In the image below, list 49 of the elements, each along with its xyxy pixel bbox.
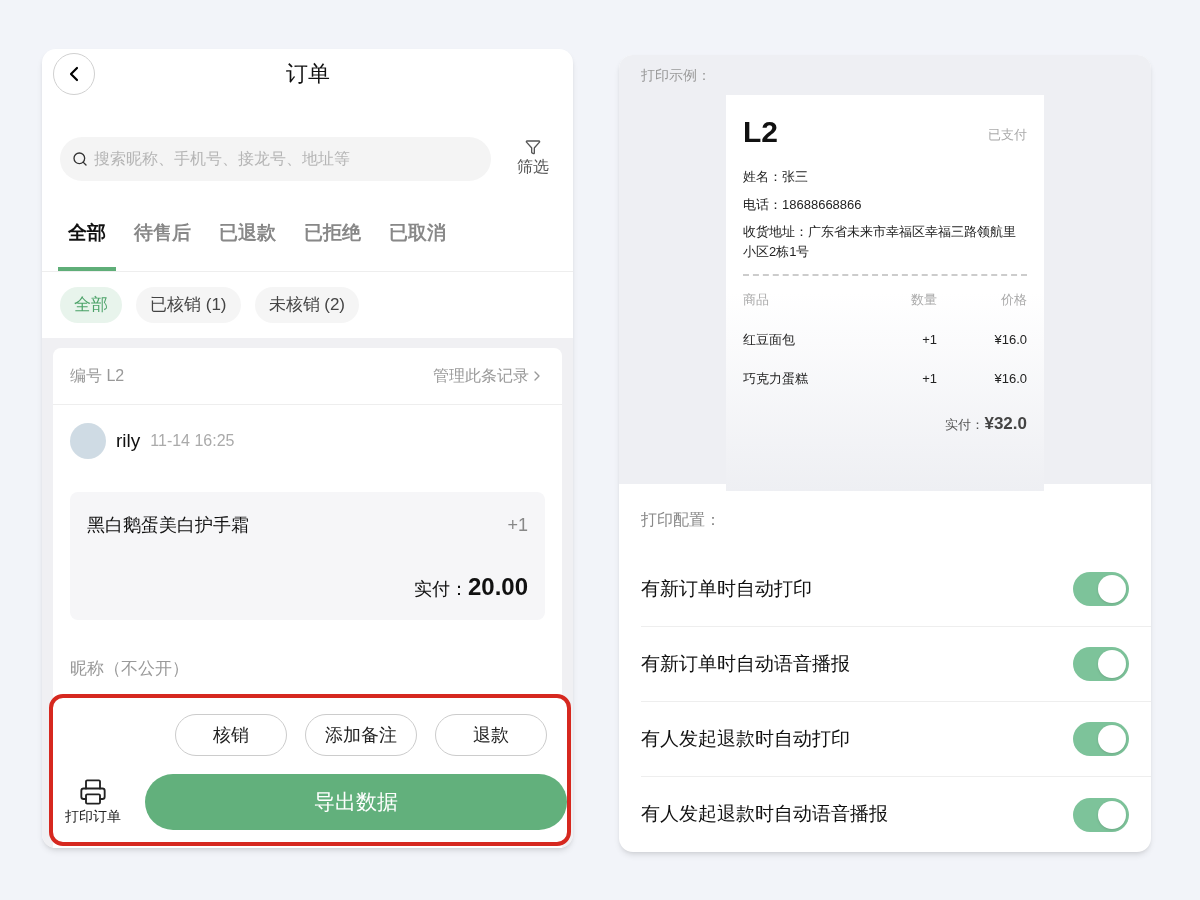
- search-field[interactable]: 搜索昵称、手机号、接龙号、地址等: [60, 136, 491, 181]
- filter-button[interactable]: 筛选: [517, 138, 549, 179]
- column-header: 价格: [1000, 291, 1027, 309]
- filter-chip[interactable]: 未核销 (2): [254, 287, 359, 323]
- total-label: 实付：: [945, 415, 985, 434]
- column-header: 商品: [743, 291, 770, 309]
- product-quantity: +1: [507, 514, 528, 537]
- order-number: 编号 L2: [70, 366, 125, 386]
- item-quantity: +1: [921, 330, 937, 349]
- sample-label: 打印示例：: [641, 66, 711, 85]
- total-amount: ¥32.0: [984, 412, 1027, 435]
- status-tab[interactable]: 已拒绝: [294, 206, 371, 271]
- toggle-switch[interactable]: [1073, 572, 1129, 606]
- print-order-button[interactable]: 打印订单: [65, 777, 121, 827]
- status-tab[interactable]: 待售后: [124, 206, 201, 271]
- status-tab[interactable]: 已退款: [209, 206, 286, 271]
- toggle-switch[interactable]: [1073, 647, 1129, 681]
- user-name: rily: [116, 428, 141, 453]
- setting-label: 有新订单时自动语音播报: [641, 651, 850, 676]
- setting-label: 有人发起退款时自动语音播报: [641, 802, 888, 827]
- paid-label: 实付：: [413, 578, 468, 601]
- status-tab[interactable]: 全部: [58, 206, 116, 271]
- search-icon: [72, 150, 88, 167]
- item-price: ¥16.0: [993, 370, 1027, 388]
- item-price: ¥16.0: [993, 330, 1027, 349]
- payment-status: 已支付: [988, 126, 1027, 144]
- item-quantity: +1: [921, 370, 937, 388]
- item-name: 巧克力蛋糕: [743, 370, 809, 388]
- printer-icon: [79, 777, 107, 806]
- filter-chip[interactable]: 已核销 (1): [136, 287, 241, 323]
- column-header: 数量: [910, 291, 937, 309]
- paid-amount: 20.00: [467, 572, 528, 602]
- toggle-switch[interactable]: [1073, 797, 1129, 832]
- product-name: 黑白鹅蛋美白护手霜: [87, 514, 249, 537]
- filter-icon: [525, 138, 541, 155]
- page-title: 订单: [285, 60, 330, 89]
- receipt-number: L2: [743, 117, 778, 147]
- toggle-switch[interactable]: [1073, 722, 1129, 756]
- avatar: [70, 423, 106, 459]
- customer-address: 收货地址：广东省未来市幸福区幸福三路领航里小区2栋1号: [743, 223, 1017, 261]
- setting-label: 有人发起退款时自动打印: [641, 726, 850, 751]
- item-name: 红豆面包: [743, 330, 796, 349]
- status-tab[interactable]: 已取消: [379, 206, 456, 271]
- customer-phone: 电话：18688668866: [743, 195, 863, 214]
- setting-label: 有新订单时自动打印: [641, 576, 812, 601]
- customer-name: 姓名：张三: [743, 168, 809, 186]
- config-label: 打印配置：: [641, 510, 722, 530]
- nickname-label: 昵称（不公开）: [70, 658, 190, 680]
- order-time: 11-14 16:25: [150, 431, 235, 451]
